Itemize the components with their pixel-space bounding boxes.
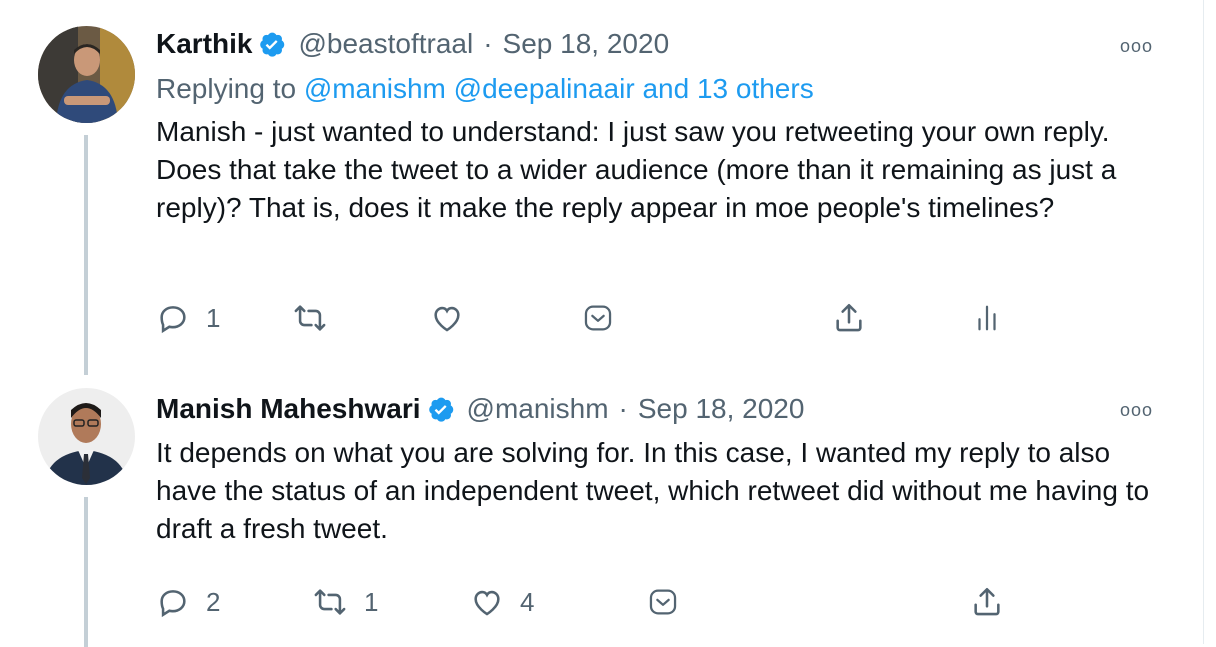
bookmark-icon — [584, 305, 612, 331]
bookmark-icon — [649, 589, 677, 615]
reply-count: 2 — [206, 586, 221, 617]
author-handle[interactable]: @beastoftraal — [298, 28, 473, 60]
reply-count: 1 — [206, 302, 221, 333]
reply-button[interactable]: 2 — [156, 582, 220, 622]
analytics-icon — [978, 305, 996, 331]
share-icon — [836, 303, 862, 332]
heart-icon — [474, 590, 500, 616]
separator-dot: · — [483, 28, 493, 59]
author-name[interactable]: Karthik — [156, 28, 252, 60]
separator-dot: · — [618, 393, 628, 424]
tweet-date[interactable]: Sep 18, 2020 — [638, 393, 805, 425]
thread-line — [84, 497, 88, 647]
replying-prefix: Replying to — [156, 73, 297, 104]
verified-badge-icon — [258, 30, 286, 58]
bookmark-button[interactable] — [646, 582, 680, 622]
avatar[interactable] — [38, 388, 135, 485]
more-options-icon[interactable]: ooo — [1120, 36, 1153, 57]
author-handle[interactable]: @manishm — [467, 393, 609, 425]
replying-to: Replying to @manishm @deepalinaair and 1… — [156, 73, 814, 105]
retweet-button[interactable] — [292, 298, 344, 338]
heart-icon — [434, 306, 460, 332]
tweet-karthik[interactable]: Karthik @beastoftraal · Sep 18, 2020 ooo… — [0, 0, 1203, 375]
retweet-count: 1 — [364, 586, 379, 617]
tweet-text: Manish - just wanted to understand: I ju… — [156, 116, 1117, 223]
tweet-header: Karthik @beastoftraal · Sep 18, 2020 — [156, 26, 669, 62]
like-button[interactable]: 4 — [470, 582, 534, 622]
tweet-text: It depends on what you are solving for. … — [156, 437, 1150, 544]
tweet-date[interactable]: Sep 18, 2020 — [503, 28, 670, 60]
verified-badge-icon — [427, 395, 455, 423]
reply-icon — [160, 306, 186, 334]
tweet-header: Manish Maheshwari @manishm · Sep 18, 202… — [156, 391, 804, 427]
thread-line — [84, 135, 88, 375]
reply-icon — [160, 590, 186, 618]
analytics-button[interactable] — [972, 298, 1002, 338]
retweet-button[interactable]: 1 — [312, 582, 378, 622]
share-icon — [974, 587, 1000, 616]
avatar[interactable] — [38, 26, 135, 123]
mention-link[interactable]: @manishm — [304, 73, 446, 104]
share-button[interactable] — [832, 298, 866, 338]
reply-button[interactable]: 1 — [156, 298, 220, 338]
bookmark-button[interactable] — [581, 298, 615, 338]
share-button[interactable] — [970, 582, 1004, 622]
retweet-icon — [294, 305, 326, 331]
mention-link[interactable]: @deepalinaair — [454, 73, 635, 104]
like-button[interactable] — [430, 298, 480, 338]
more-options-icon[interactable]: ooo — [1120, 400, 1153, 421]
author-name[interactable]: Manish Maheshwari — [156, 393, 421, 425]
others-link[interactable]: and 13 others — [642, 73, 813, 104]
like-count: 4 — [520, 586, 535, 617]
retweet-icon — [314, 589, 346, 615]
